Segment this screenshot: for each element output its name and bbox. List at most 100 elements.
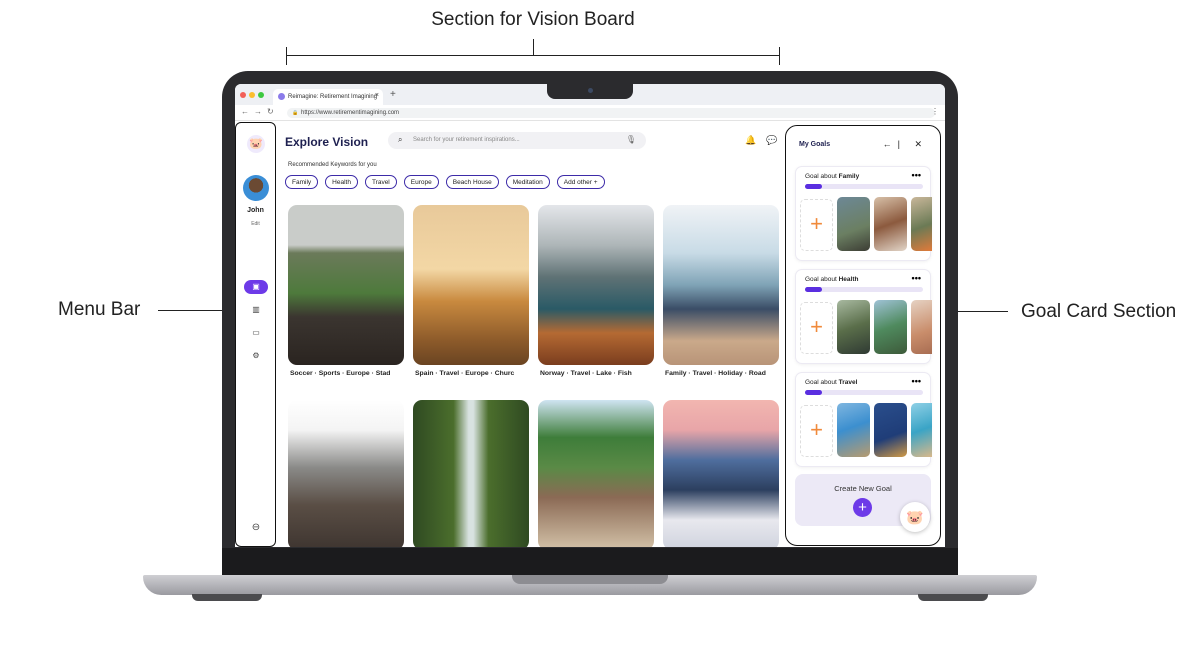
chip-add-other[interactable]: Add other +	[556, 175, 605, 189]
create-goal-label: Create New Goal	[834, 484, 892, 493]
nav-buttons[interactable]: ←→↻	[241, 107, 279, 116]
goal-photo[interactable]	[911, 403, 932, 457]
progress-fill	[805, 390, 822, 395]
close-window-button[interactable]	[240, 92, 246, 98]
favicon-icon	[278, 93, 285, 100]
chip-europe[interactable]: Europe	[403, 175, 439, 189]
goal-topic: Travel	[838, 379, 858, 386]
chip-meditation[interactable]: Meditation	[505, 175, 550, 189]
vision-board: Explore Vision ⌕ Search for your retirem…	[280, 122, 780, 547]
vision-card-caption: Spain · Travel · Europe · Churc	[415, 370, 515, 377]
logout-icon[interactable]: ⊖	[244, 521, 268, 535]
lock-icon: 🔒	[292, 110, 299, 116]
goal-photo[interactable]	[911, 300, 932, 354]
vision-card-soccer[interactable]	[288, 205, 404, 365]
avatar[interactable]	[243, 175, 269, 201]
goal-card-family[interactable]: Goal about Family ••• +	[795, 166, 932, 261]
close-icon[interactable]: ✕	[914, 139, 928, 149]
goal-topic: Health	[838, 276, 859, 283]
chip-family[interactable]: Family	[285, 175, 319, 189]
more-icon[interactable]: •••	[912, 170, 921, 180]
vision-card-caption: Soccer · Sports · Europe · Stad	[290, 370, 391, 377]
settings-icon[interactable]: ⚙	[244, 349, 268, 363]
goal-title-prefix: Goal about	[805, 276, 839, 283]
vision-card-beach-walk[interactable]	[538, 400, 654, 547]
piggy-bank-icon[interactable]: 🐷	[900, 502, 930, 532]
menu-bar: 🐷 John Edit ▣ ▥ ▭ ⚙ ⊖	[235, 122, 276, 547]
annotation-vision-board: Section for Vision Board	[431, 9, 635, 30]
goal-card-health[interactable]: Goal about Health ••• +	[795, 269, 932, 364]
progress-bar	[805, 287, 923, 292]
goal-card-section: My Goals ←| ✕ Goal about Family ••• + Go…	[785, 125, 941, 546]
notification-icon[interactable]: 🔔	[745, 135, 756, 146]
laptop-opening-notch	[512, 575, 668, 584]
progress-fill	[805, 287, 822, 292]
vision-card-norway[interactable]	[538, 205, 654, 365]
edit-profile-link[interactable]: Edit	[236, 221, 275, 227]
goal-title: Goal about Health	[805, 276, 858, 283]
stage: Section for Vision Board Menu Bar Goal C…	[0, 0, 1181, 664]
vision-board-icon[interactable]: ▣	[244, 280, 268, 294]
more-icon[interactable]: •••	[912, 376, 921, 386]
goal-card-travel[interactable]: Goal about Travel ••• +	[795, 372, 932, 467]
goal-photo[interactable]	[874, 197, 907, 251]
page-title: Explore Vision	[285, 135, 369, 149]
url-field[interactable]: 🔒 https://www.retirementimagining.com	[287, 108, 935, 118]
tab-title: Reimagine: Retirement Imagining	[288, 94, 378, 100]
vision-card-caption: Family · Travel · Holiday · Road	[665, 370, 766, 377]
goal-photo[interactable]	[911, 197, 932, 251]
goal-title: Goal about Travel	[805, 379, 857, 386]
mic-icon[interactable]: 🎙	[626, 135, 636, 144]
goals-controls: ←| ✕	[883, 139, 928, 150]
camera-notch	[547, 84, 633, 99]
user-name: John	[247, 207, 264, 214]
keyword-chips: Family Health Travel Europe Beach House …	[285, 175, 605, 189]
maximize-window-button[interactable]	[258, 92, 264, 98]
add-image-button[interactable]: +	[800, 199, 833, 251]
goal-photo[interactable]	[837, 300, 870, 354]
recommended-label: Recommended Keywords for you	[288, 162, 377, 168]
goal-topic: Family	[838, 173, 860, 180]
goal-photo[interactable]	[837, 197, 870, 251]
chip-health[interactable]: Health	[325, 175, 358, 189]
vision-card-waterfall[interactable]	[413, 400, 529, 547]
annotation-menu-bar: Menu Bar	[58, 299, 141, 320]
vision-card-santorini[interactable]	[663, 400, 779, 547]
chat-icon[interactable]: ▭	[244, 326, 268, 340]
address-bar: ←→↻ 🔒 https://www.retirementimagining.co…	[235, 105, 945, 121]
search-input[interactable]: ⌕ Search for your retirement inspiration…	[388, 132, 646, 149]
goal-photo[interactable]	[874, 300, 907, 354]
more-icon[interactable]: •••	[912, 273, 921, 283]
new-tab-button[interactable]: +	[390, 89, 396, 100]
plus-icon[interactable]: +	[853, 498, 872, 517]
add-image-button[interactable]: +	[800, 405, 833, 457]
add-image-button[interactable]: +	[800, 302, 833, 354]
minimize-window-button[interactable]	[249, 92, 255, 98]
url-text: https://www.retirementimagining.com	[301, 110, 400, 116]
goal-title: Goal about Family	[805, 173, 859, 180]
browser-tab[interactable]: Reimagine: Retirement Imagining ×	[273, 89, 383, 105]
progress-bar	[805, 184, 923, 189]
chip-travel[interactable]: Travel	[364, 175, 397, 189]
vision-card-caption: Norway · Travel · Lake · Fish	[540, 370, 632, 377]
search-placeholder: Search for your retirement inspirations.…	[413, 137, 520, 143]
progress-fill	[805, 184, 822, 189]
chart-icon[interactable]: ▥	[244, 303, 268, 317]
app-logo-icon[interactable]: 🐷	[247, 135, 265, 153]
goal-title-prefix: Goal about	[805, 173, 839, 180]
goals-header: My Goals	[799, 141, 831, 148]
browser-menu-icon[interactable]: ⋮	[931, 107, 939, 116]
vision-card-cathedral[interactable]	[288, 400, 404, 547]
collapse-icon[interactable]: ←|	[883, 139, 906, 149]
messages-icon[interactable]: 💬	[766, 135, 777, 146]
progress-bar	[805, 390, 923, 395]
goal-title-prefix: Goal about	[805, 379, 839, 386]
laptop-foot	[918, 594, 988, 601]
goal-photo[interactable]	[837, 403, 870, 457]
window-controls[interactable]	[240, 92, 264, 98]
goal-photo[interactable]	[874, 403, 907, 457]
vision-card-spain[interactable]	[413, 205, 529, 365]
vision-card-family[interactable]	[663, 205, 779, 365]
chip-beach-house[interactable]: Beach House	[445, 175, 499, 189]
close-tab-icon[interactable]: ×	[375, 92, 379, 99]
